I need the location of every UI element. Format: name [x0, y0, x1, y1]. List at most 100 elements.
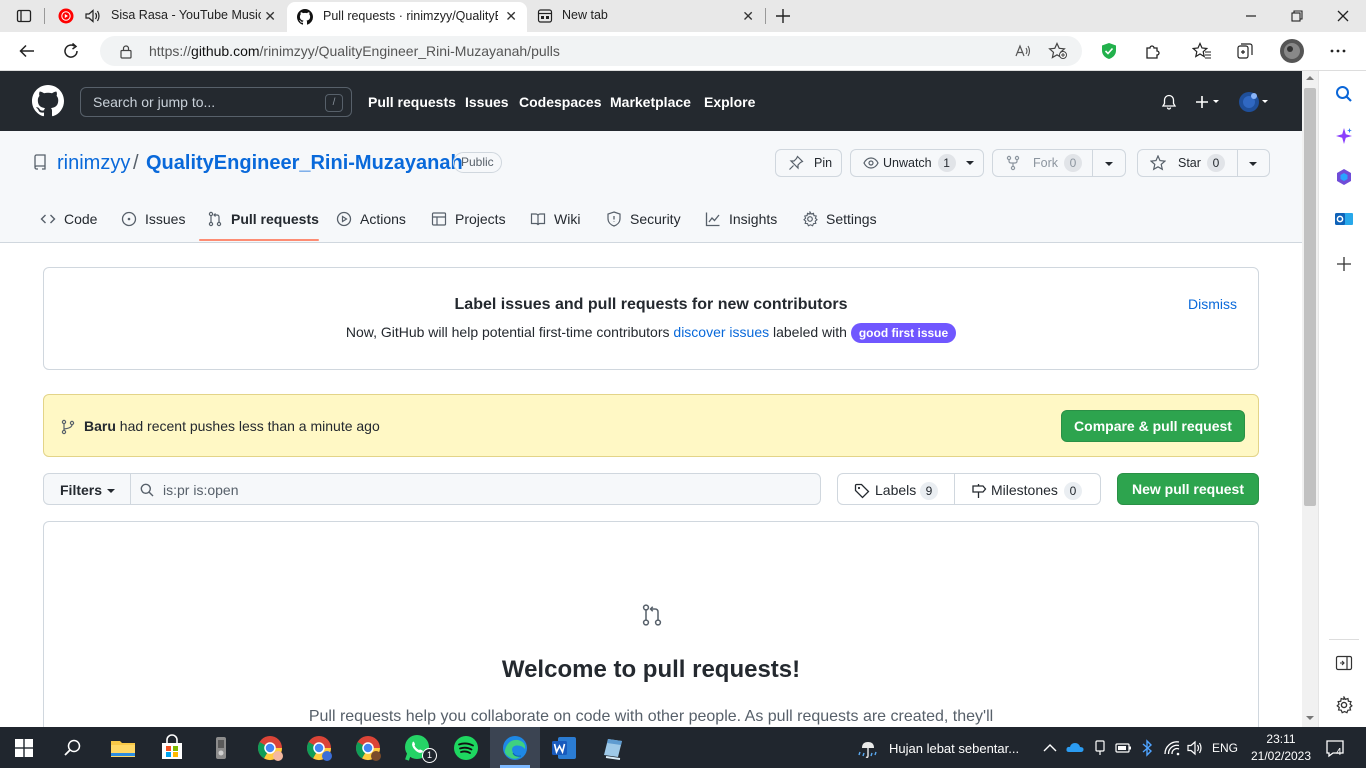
filters-button[interactable]: Filters	[43, 473, 131, 505]
restore-window-icon[interactable]	[1290, 9, 1304, 23]
nav-marketplace[interactable]: Marketplace	[610, 94, 691, 110]
media-app-icon[interactable]	[206, 733, 236, 763]
user-avatar-menu[interactable]	[1238, 90, 1272, 114]
favorites-icon[interactable]	[1192, 42, 1212, 60]
new-pull-request-button[interactable]: New pull request	[1117, 473, 1259, 505]
new-tab-plus-icon[interactable]	[774, 7, 792, 25]
nav-explore[interactable]: Explore	[704, 94, 755, 110]
tab-insights[interactable]: Insights	[705, 211, 777, 227]
shield-extension-icon[interactable]	[1100, 42, 1118, 60]
chevron-up-icon[interactable]	[1043, 743, 1057, 752]
windows-start-icon[interactable]	[15, 739, 33, 757]
create-new-plus-icon[interactable]	[1195, 94, 1223, 110]
volume-icon[interactable]	[1186, 740, 1204, 756]
bluetooth-icon[interactable]	[1141, 739, 1153, 757]
tab-projects[interactable]: Projects	[431, 211, 506, 227]
collections-icon[interactable]	[1236, 42, 1254, 60]
github-search-input[interactable]: Search or jump to... /	[80, 87, 352, 117]
profile-avatar[interactable]	[1280, 39, 1304, 63]
close-tab-icon[interactable]: ✕	[505, 8, 517, 25]
discover-issues-link[interactable]: discover issues	[673, 324, 769, 340]
clock-time[interactable]: 23:11	[1250, 732, 1312, 746]
notification-center-icon[interactable]	[1325, 738, 1345, 758]
scroll-up-arrow-icon[interactable]	[1305, 75, 1315, 81]
close-tab-icon[interactable]: ✕	[264, 8, 276, 25]
pr-search-input[interactable]: is:pr is:open	[130, 473, 821, 505]
browser-tab-youtube-music[interactable]: Sisa Rasa - YouTube Music ✕	[50, 0, 286, 32]
lock-icon[interactable]	[119, 44, 133, 59]
minimize-window-icon[interactable]	[1244, 9, 1258, 23]
tab-label: Security	[630, 211, 681, 227]
speaker-icon[interactable]	[84, 8, 102, 24]
chrome-profile-3-icon[interactable]	[353, 733, 383, 763]
nav-issues[interactable]: Issues	[465, 94, 509, 110]
wifi-icon[interactable]	[1163, 740, 1181, 756]
spotify-icon[interactable]	[451, 733, 481, 763]
sparkle-icon[interactable]	[1335, 127, 1353, 145]
fork-button[interactable]: Fork 0	[992, 149, 1126, 177]
nav-codespaces[interactable]: Codespaces	[519, 94, 601, 110]
search-icon[interactable]	[1335, 85, 1353, 103]
tab-actions[interactable]: Actions	[336, 211, 406, 227]
add-favorite-icon[interactable]	[1048, 42, 1068, 60]
github-logo-icon[interactable]	[32, 85, 64, 117]
browser-tab-pull-requests[interactable]: Pull requests · rinimzyy/QualityEn ✕	[287, 2, 527, 32]
close-window-icon[interactable]	[1336, 9, 1350, 23]
nav-pull-requests[interactable]: Pull requests	[368, 94, 456, 110]
close-tab-icon[interactable]: ✕	[742, 8, 754, 25]
tab-pull-requests[interactable]: Pull requests	[207, 211, 319, 227]
weather-rain-icon[interactable]	[856, 736, 880, 760]
branch-name[interactable]: Baru	[84, 418, 116, 434]
url-text: https://github.com/rinimzyy/QualityEngin…	[149, 43, 560, 59]
tab-security[interactable]: Security	[606, 211, 681, 227]
chevron-down-icon[interactable]	[1248, 161, 1258, 167]
more-menu-icon[interactable]	[1330, 44, 1346, 58]
scroll-down-arrow-icon[interactable]	[1305, 715, 1315, 721]
notifications-bell-icon[interactable]	[1161, 94, 1177, 110]
recent-pushes-notice: Baru had recent pushes less than a minut…	[43, 394, 1259, 457]
milestones-button[interactable]: Milestones 0	[954, 473, 1101, 505]
notes-app-icon[interactable]	[598, 733, 628, 763]
onedrive-cloud-icon[interactable]	[1066, 741, 1084, 753]
dismiss-link[interactable]: Dismiss	[1188, 296, 1237, 312]
star-button[interactable]: Star 0	[1137, 149, 1270, 177]
gear-icon[interactable]	[1335, 696, 1353, 714]
add-plus-icon[interactable]	[1336, 256, 1352, 272]
weather-text[interactable]: Hujan lebat sebentar...	[889, 741, 1019, 756]
edge-browser-icon[interactable]	[500, 733, 530, 763]
refresh-icon[interactable]	[62, 42, 80, 60]
battery-plug-icon[interactable]	[1115, 741, 1133, 755]
outlook-icon[interactable]	[1334, 210, 1354, 228]
pin-button[interactable]: Pin	[775, 149, 842, 177]
unwatch-button[interactable]: Unwatch 1	[850, 149, 984, 177]
tab-label: Issues	[145, 211, 186, 227]
file-explorer-icon[interactable]	[108, 733, 138, 763]
chrome-profile-1-icon[interactable]	[255, 733, 285, 763]
tab-code[interactable]: Code	[40, 211, 97, 227]
read-aloud-icon[interactable]	[1014, 43, 1032, 59]
browser-tab-new-tab[interactable]: New tab ✕	[528, 0, 764, 32]
chevron-down-icon[interactable]	[1104, 161, 1114, 167]
chrome-profile-2-icon[interactable]	[304, 733, 334, 763]
labels-button[interactable]: Labels 9	[837, 473, 955, 505]
clock-date[interactable]: 21/02/2023	[1250, 749, 1312, 763]
hide-sidebar-icon[interactable]	[1335, 655, 1353, 671]
compare-pull-request-button[interactable]: Compare & pull request	[1061, 410, 1245, 442]
repo-owner-link[interactable]: rinimzyy	[57, 152, 130, 175]
tab-settings[interactable]: Settings	[802, 211, 877, 227]
scrollbar-thumb[interactable]	[1304, 88, 1316, 506]
good-first-issue-label[interactable]: good first issue	[850, 323, 957, 343]
tab-wiki[interactable]: Wiki	[530, 211, 580, 227]
tab-actions-icon[interactable]	[16, 8, 32, 24]
tab-issues[interactable]: Issues	[121, 211, 185, 227]
back-arrow-icon[interactable]	[18, 42, 36, 60]
usb-device-icon[interactable]	[1093, 740, 1107, 756]
extensions-puzzle-icon[interactable]	[1144, 42, 1162, 60]
microsoft-store-icon[interactable]	[157, 733, 187, 763]
address-bar[interactable]: https://github.com/rinimzyy/QualityEngin…	[100, 36, 1082, 66]
taskbar-search-icon[interactable]	[63, 738, 83, 758]
input-language[interactable]: ENG	[1212, 741, 1238, 755]
repo-name-link[interactable]: QualityEngineer_Rini-Muzayanah	[146, 152, 463, 175]
word-icon[interactable]	[549, 733, 579, 763]
office-hexagon-icon[interactable]	[1335, 168, 1353, 186]
